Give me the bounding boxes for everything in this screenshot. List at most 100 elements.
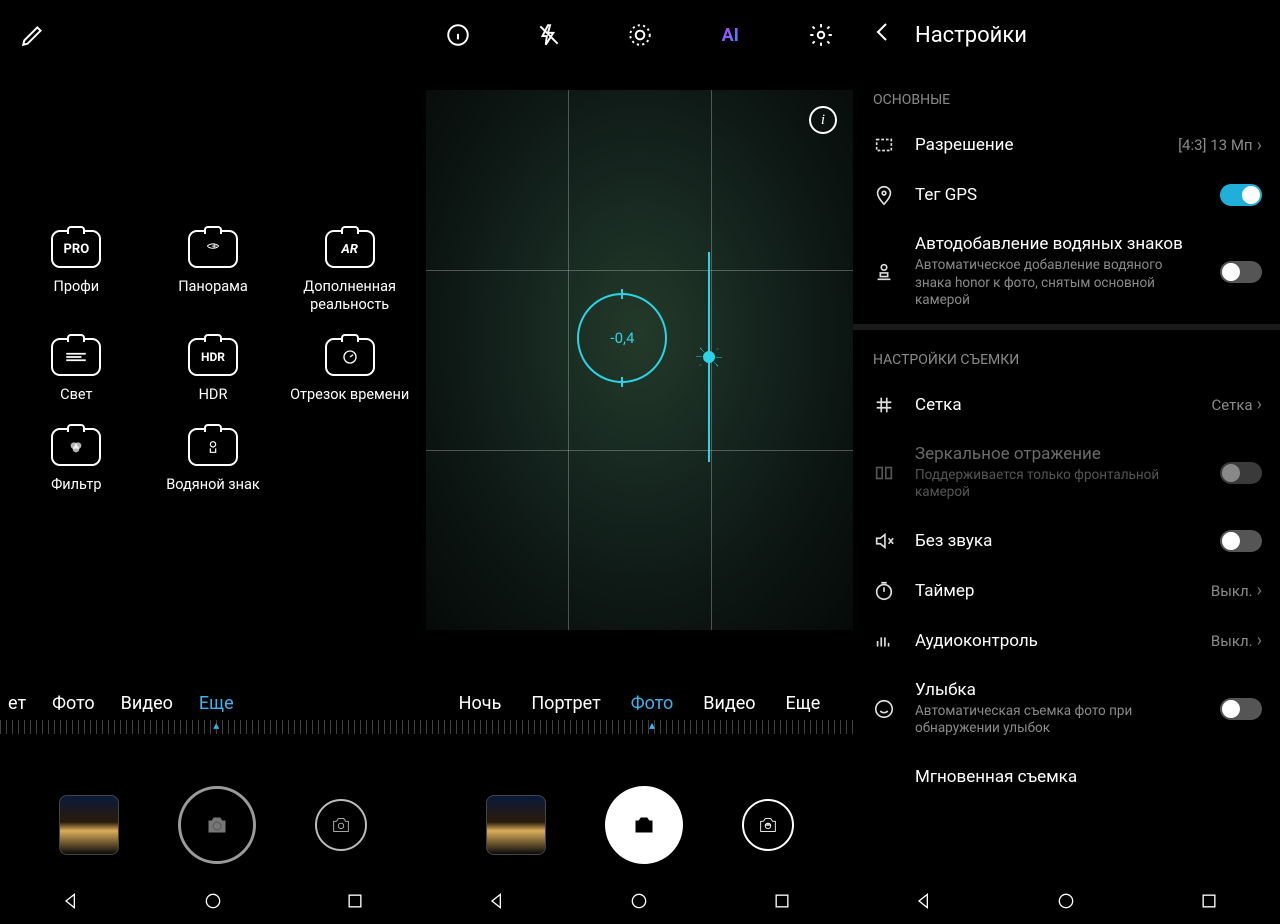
timer-icon — [871, 580, 897, 602]
stamp-icon — [871, 261, 897, 283]
back-icon[interactable] — [914, 891, 934, 911]
pin-icon — [871, 184, 897, 206]
grid-icon — [871, 394, 897, 416]
navbar — [426, 878, 853, 924]
section-title: ОСНОВНЫЕ — [853, 70, 1280, 120]
mute-icon — [871, 530, 897, 552]
ruler — [426, 720, 853, 734]
toggle-gps[interactable] — [1220, 184, 1262, 206]
mode-grid: PRO Профи Панорама AR Дополненная реальн… — [0, 70, 426, 495]
camera-icon — [188, 230, 238, 268]
setting-mute[interactable]: Без звука — [853, 516, 1280, 566]
camera-icon: PRO — [51, 230, 101, 268]
mode-label: Фильтр — [11, 476, 141, 494]
ev-slider[interactable] — [708, 252, 710, 462]
mode-panorama[interactable]: Панорама — [148, 230, 278, 314]
toggle-watermark[interactable] — [1220, 261, 1262, 283]
shutter-button[interactable] — [605, 786, 683, 864]
navbar — [0, 878, 426, 924]
camera-icon: AR — [325, 230, 375, 268]
back-icon[interactable] — [487, 891, 507, 911]
toggle-mirror — [1220, 462, 1262, 484]
mode-label: Отрезок времени — [285, 386, 415, 404]
shutter-bar-left — [0, 786, 426, 864]
camera-icon — [188, 428, 238, 466]
mode-light[interactable]: Свет — [11, 338, 141, 404]
ai-icon[interactable]: AI — [708, 20, 752, 50]
camera-icon: HDR — [188, 338, 238, 376]
sun-icon — [699, 347, 719, 367]
setting-watermark[interactable]: Автодобавление водяных знаков Автоматиче… — [853, 220, 1280, 324]
focus-ring[interactable]: -0,4 — [577, 293, 667, 383]
smile-icon — [871, 698, 897, 720]
page-title: Настройки — [915, 23, 1027, 48]
mirror-icon — [871, 462, 897, 484]
setting-resolution[interactable]: Разрешение [4:3] 13 Мп› — [853, 120, 1280, 170]
tab-item-active[interactable]: Еще — [199, 693, 234, 714]
ruler — [0, 720, 426, 734]
tab-item-active[interactable]: Фото — [631, 693, 674, 714]
setting-mirror: Зеркальное отражение Поддерживается толь… — [853, 430, 1280, 516]
tab-item[interactable]: Портрет — [531, 693, 600, 714]
ev-value: -0,4 — [610, 329, 634, 347]
toggle-smile[interactable] — [1220, 698, 1262, 720]
edit-icon[interactable] — [18, 20, 48, 50]
mode-ar[interactable]: AR Дополненная реальность — [285, 230, 415, 314]
mode-pro[interactable]: PRO Профи — [11, 230, 141, 314]
home-icon[interactable] — [1056, 891, 1076, 911]
setting-grid[interactable]: Сетка Сетка› — [853, 380, 1280, 430]
toggle-mute[interactable] — [1220, 530, 1262, 552]
mode-timelapse[interactable]: Отрезок времени — [285, 338, 415, 404]
camera-icon — [51, 428, 101, 466]
home-icon[interactable] — [203, 891, 223, 911]
home-icon[interactable] — [629, 891, 649, 911]
gallery-thumbnail[interactable] — [486, 795, 546, 855]
settings-body[interactable]: ОСНОВНЫЕ Разрешение [4:3] 13 Мп› Тег GPS… — [853, 70, 1280, 884]
setting-timer[interactable]: Таймер Выкл.› — [853, 566, 1280, 616]
topbar-mid: AI — [426, 0, 853, 70]
flash-off-icon[interactable] — [527, 20, 571, 50]
camera-modes-panel: PRO Профи Панорама AR Дополненная реальн… — [0, 0, 426, 924]
mode-label: HDR — [148, 386, 278, 404]
tab-item[interactable]: Видео — [121, 693, 173, 714]
shutter-bar-mid — [426, 786, 853, 864]
tab-item[interactable]: Фото — [52, 693, 95, 714]
settings-panel: Настройки ОСНОВНЫЕ Разрешение [4:3] 13 М… — [853, 0, 1280, 924]
shutter-button[interactable] — [178, 786, 256, 864]
tab-item[interactable]: Ночь — [459, 693, 502, 714]
navbar — [853, 878, 1280, 924]
topbar-left — [0, 0, 426, 70]
info-icon[interactable] — [436, 20, 480, 50]
mode-tabs-mid: Ночь Портрет Фото Видео Еще — [426, 693, 853, 714]
section-title: НАСТРОЙКИ СЪЕМКИ — [853, 330, 1280, 380]
switch-camera-button[interactable] — [742, 799, 794, 851]
mode-tabs-left: ет Фото Видео Еще — [0, 693, 426, 714]
mode-label: Профи — [11, 278, 141, 296]
setting-smile[interactable]: Улыбка Автоматическая съемка фото при об… — [853, 666, 1280, 752]
info-icon[interactable]: i — [809, 106, 837, 134]
live-photo-icon[interactable] — [618, 20, 662, 50]
mode-hdr[interactable]: HDR HDR — [148, 338, 278, 404]
settings-header: Настройки — [853, 0, 1280, 70]
recents-icon[interactable] — [772, 891, 792, 911]
back-icon[interactable] — [871, 20, 895, 50]
viewfinder[interactable]: i -0,4 — [426, 90, 853, 630]
audio-icon — [871, 630, 897, 652]
tab-item[interactable]: ет — [8, 693, 26, 714]
mode-label: Свет — [11, 386, 141, 404]
recents-icon[interactable] — [1199, 891, 1219, 911]
tab-item[interactable]: Еще — [786, 693, 821, 714]
tab-item[interactable]: Видео — [703, 693, 755, 714]
switch-camera-button[interactable] — [315, 799, 367, 851]
mode-watermark[interactable]: Водяной знак — [148, 428, 278, 494]
mode-filter[interactable]: Фильтр — [11, 428, 141, 494]
gallery-thumbnail[interactable] — [59, 795, 119, 855]
setting-instant[interactable]: Мгновенная съемка — [853, 752, 1280, 802]
back-icon[interactable] — [61, 891, 81, 911]
mode-label: Панорама — [148, 278, 278, 296]
camera-viewfinder-panel: AI i -0,4 Ночь Портрет Фото Видео Еще — [426, 0, 853, 924]
gear-icon[interactable] — [799, 20, 843, 50]
setting-audio[interactable]: Аудиоконтроль Выкл.› — [853, 616, 1280, 666]
recents-icon[interactable] — [345, 891, 365, 911]
setting-gps[interactable]: Тег GPS — [853, 170, 1280, 220]
